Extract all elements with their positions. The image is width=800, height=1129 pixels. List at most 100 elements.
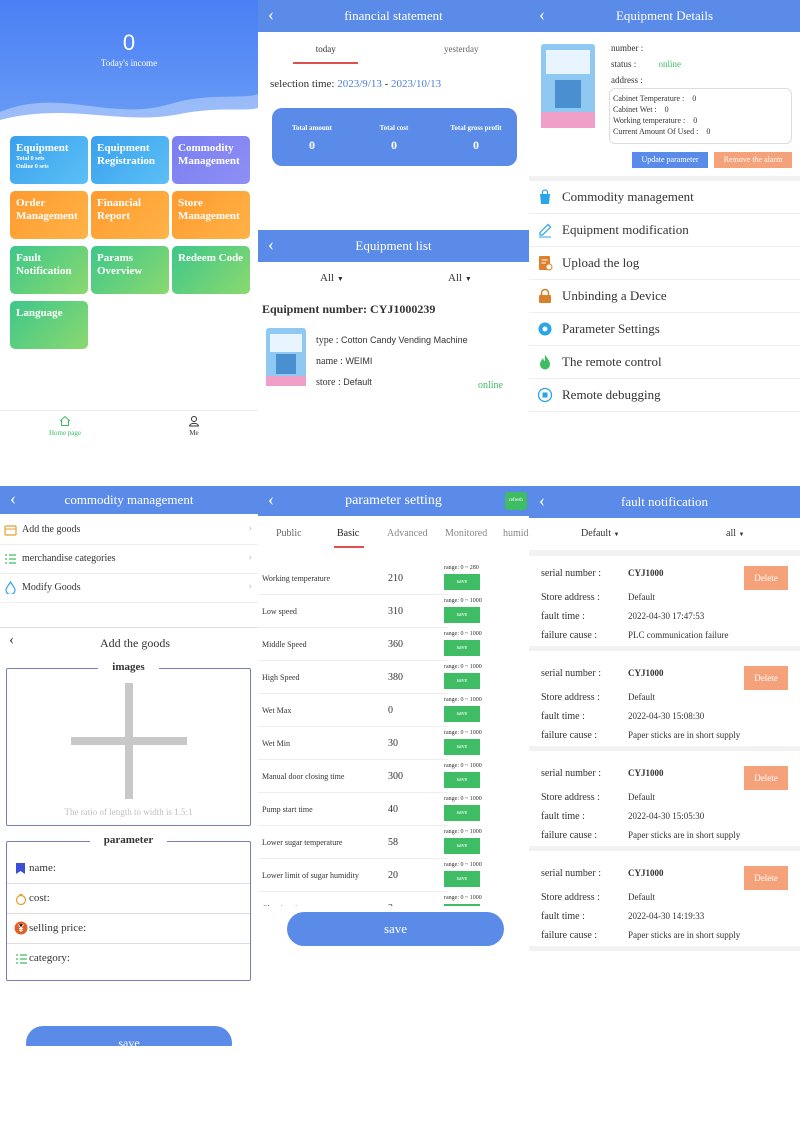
- time-value: 2022-04-30 14:19:33: [628, 911, 705, 921]
- param-save-button[interactable]: save: [444, 640, 480, 656]
- parameter-legend: parameter: [7, 834, 250, 846]
- param-save-button[interactable]: save: [444, 838, 480, 854]
- tab-me[interactable]: Me: [154, 415, 234, 437]
- menu-equipment-modification[interactable]: Equipment modification: [529, 214, 800, 247]
- param-save-button[interactable]: save: [444, 706, 480, 722]
- tile-equipment[interactable]: Equipment Total 0 sets Online 0 sets: [10, 136, 88, 184]
- filter-dropdown-2[interactable]: All ▼: [448, 272, 472, 284]
- income-label: Today's income: [100, 58, 158, 68]
- back-icon[interactable]: ‹: [539, 4, 545, 25]
- param-row: Working temperature 210: [258, 562, 448, 595]
- tab-yesterday[interactable]: yesterday: [394, 44, 530, 54]
- financial-screen: ‹ financial statement today yesterday se…: [258, 0, 529, 230]
- tab-home[interactable]: Home page: [25, 415, 105, 437]
- row-label: Modify Goods: [22, 582, 81, 593]
- row-merchandise-categories[interactable]: merchandise categories ›: [0, 545, 258, 574]
- param-save-button[interactable]: save: [444, 871, 480, 887]
- menu-parameter-settings[interactable]: Parameter Settings: [529, 313, 800, 346]
- cause-value: Paper sticks are in short supply: [628, 730, 741, 740]
- tile-equipment-registration[interactable]: Equipment Registration: [91, 136, 169, 184]
- refresh-button[interactable]: refresh: [505, 492, 527, 510]
- home-screen: 0 Today's income Equipment Total 0 sets …: [0, 0, 258, 445]
- field-label: selling price:: [29, 922, 87, 934]
- param-value-input[interactable]: 310: [388, 606, 403, 617]
- tab-today[interactable]: today: [258, 44, 394, 54]
- tab-advanced[interactable]: Advanced: [387, 528, 428, 539]
- back-icon[interactable]: ‹: [268, 234, 274, 255]
- tile-store-management[interactable]: Store Management: [172, 191, 250, 239]
- param-save-button[interactable]: save: [444, 739, 480, 755]
- tile-commodity-management[interactable]: Commodity Management: [172, 136, 250, 184]
- box-icon: [4, 525, 17, 536]
- filter-dropdown-store[interactable]: Default ▼: [581, 528, 619, 539]
- cabinet-temp-value: 0: [692, 94, 697, 103]
- tile-sub-online: Online 0 sets: [16, 164, 49, 170]
- date-start[interactable]: 2023/9/13: [337, 78, 382, 90]
- param-save-button[interactable]: save: [444, 673, 480, 689]
- tile-financial-report[interactable]: Financial Report: [91, 191, 169, 239]
- name-field[interactable]: name:: [7, 854, 250, 884]
- delete-button[interactable]: Delete: [744, 866, 788, 890]
- back-icon[interactable]: ‹: [10, 488, 16, 509]
- menu-unbinding-device[interactable]: Unbinding a Device: [529, 280, 800, 313]
- filter-dropdown-type[interactable]: all ▼: [726, 528, 744, 539]
- tile-redeem-code[interactable]: Redeem Code: [172, 246, 250, 294]
- tab-basic[interactable]: Basic: [337, 528, 359, 539]
- menu-remote-debugging[interactable]: Remote debugging: [529, 379, 800, 412]
- param-value-input[interactable]: 30: [388, 738, 398, 749]
- row-add-goods[interactable]: Add the goods ›: [0, 516, 258, 545]
- row-modify-goods[interactable]: Modify Goods ›: [0, 574, 258, 603]
- save-all-button[interactable]: save: [287, 912, 504, 946]
- param-save-button[interactable]: save: [444, 574, 480, 590]
- param-save-button[interactable]: save: [444, 772, 480, 788]
- delete-button[interactable]: Delete: [744, 666, 788, 690]
- remove-alarm-button[interactable]: Remove the alarm: [714, 152, 792, 168]
- working-temp-value: 0: [693, 116, 698, 125]
- param-value-input[interactable]: 210: [388, 573, 403, 584]
- tab-humid[interactable]: humid: [503, 528, 529, 539]
- param-value-input[interactable]: 40: [388, 804, 398, 815]
- param-value-input[interactable]: 58: [388, 837, 398, 848]
- filter-dropdown-1[interactable]: All ▼: [320, 272, 344, 284]
- back-icon[interactable]: ‹: [268, 4, 274, 25]
- save-button[interactable]: save: [26, 1026, 232, 1046]
- back-icon[interactable]: ‹: [539, 490, 545, 511]
- add-image-button[interactable]: [71, 683, 187, 799]
- date-end[interactable]: 2023/10/13: [391, 78, 441, 90]
- sensor-readings: Cabinet Temperature : 0 Cabinet Wet : 0 …: [609, 88, 792, 144]
- menu-commodity-management[interactable]: Commodity management: [529, 181, 800, 214]
- tile-fault-notification[interactable]: Fault Notification: [10, 246, 88, 294]
- menu-label: Unbinding a Device: [562, 288, 667, 303]
- equipment-number-row[interactable]: Equipment number: CYJ1000239: [262, 302, 435, 317]
- menu-label: The remote control: [562, 354, 662, 369]
- status-label: status :: [611, 59, 637, 69]
- category-field[interactable]: category:: [7, 944, 250, 974]
- tab-public[interactable]: Public: [276, 528, 302, 539]
- menu-upload-log[interactable]: Upload the log: [529, 247, 800, 280]
- param-value-input[interactable]: 360: [388, 639, 403, 650]
- serial-label: serial number :: [541, 568, 601, 579]
- param-value-input[interactable]: 20: [388, 870, 398, 881]
- delete-button[interactable]: Delete: [744, 566, 788, 590]
- back-icon[interactable]: ‹: [268, 489, 274, 510]
- delete-button[interactable]: Delete: [744, 766, 788, 790]
- param-row: Middle Speed 360: [258, 628, 448, 661]
- param-value-input[interactable]: 380: [388, 672, 403, 683]
- header: ‹ commodity management: [0, 486, 258, 514]
- date-separator: -: [384, 78, 389, 90]
- tile-language[interactable]: Language: [10, 301, 88, 349]
- menu-remote-control[interactable]: The remote control: [529, 346, 800, 379]
- param-value-input[interactable]: 300: [388, 771, 403, 782]
- param-value-input[interactable]: 0: [388, 705, 393, 716]
- param-save-button[interactable]: save: [444, 805, 480, 821]
- param-save-button[interactable]: save: [444, 607, 480, 623]
- update-parameter-button[interactable]: Update parameter: [632, 152, 708, 168]
- tab-monitored[interactable]: Monitored: [445, 528, 487, 539]
- caret-down-icon: ▼: [738, 532, 745, 538]
- fault-card: serial number : CYJ1000 Store address : Def…: [529, 656, 800, 751]
- cost-field[interactable]: cost:: [7, 884, 250, 914]
- tile-params-overview[interactable]: Params Overview: [91, 246, 169, 294]
- tile-order-management[interactable]: Order Management: [10, 191, 88, 239]
- equipment-details-screen: ‹ Equipment Details number : status : on…: [529, 0, 800, 445]
- selling-price-field[interactable]: selling price:: [7, 914, 250, 944]
